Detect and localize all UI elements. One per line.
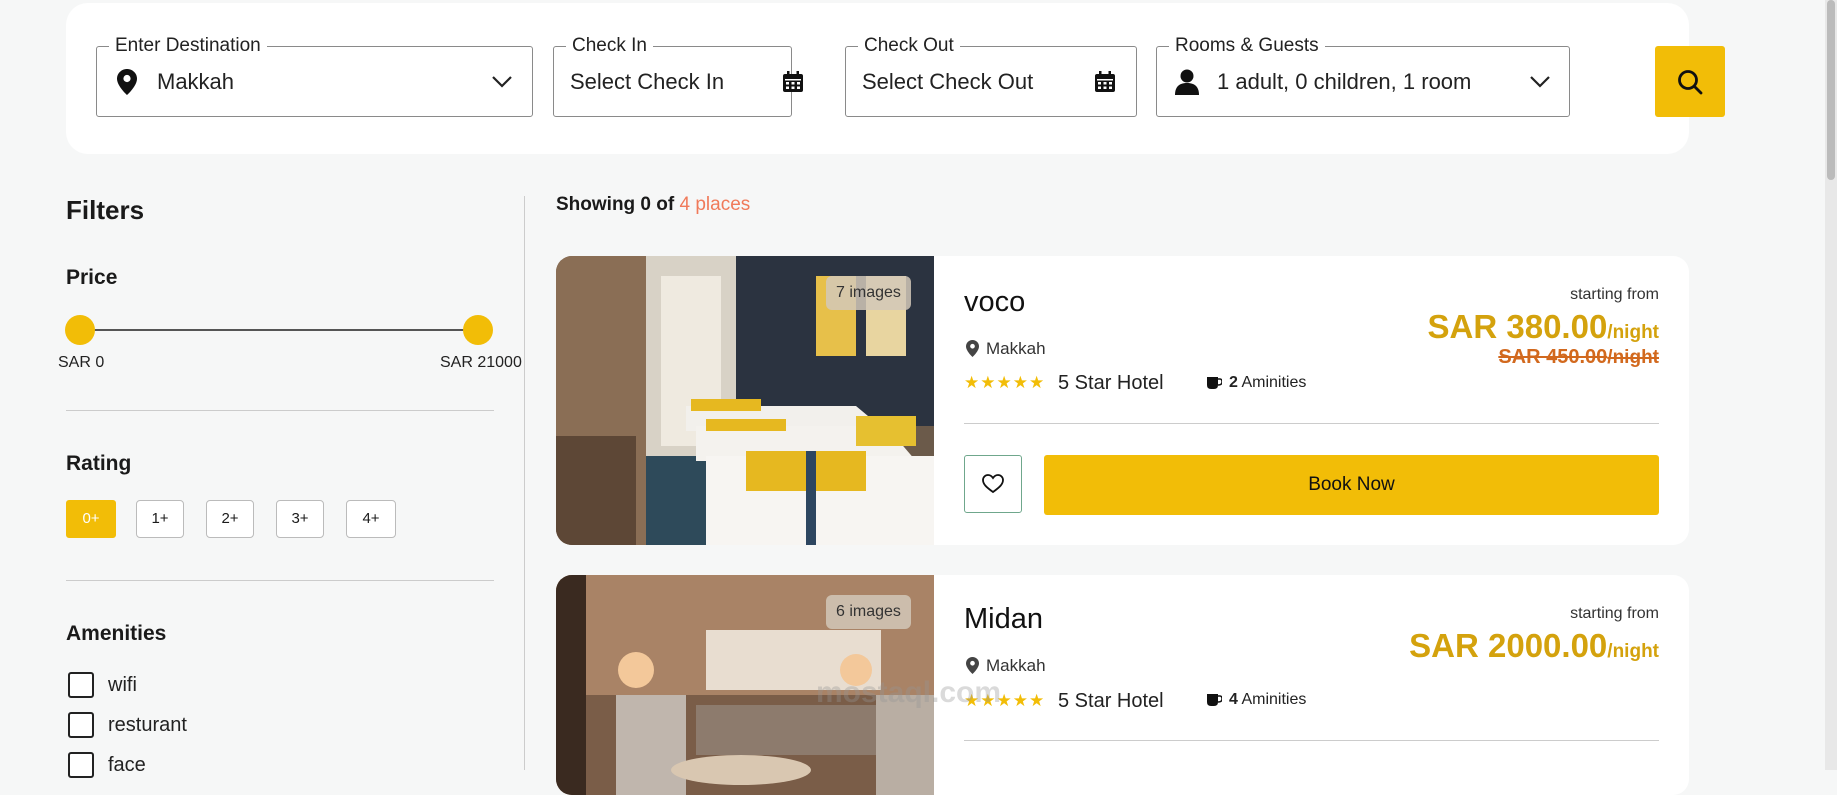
- showing-prefix: Showing 0 of: [556, 194, 675, 215]
- location-pin-icon: [966, 340, 979, 357]
- search-button[interactable]: [1655, 46, 1725, 117]
- destination-field[interactable]: Enter Destination Makkah: [96, 35, 533, 117]
- price-max-label: SAR 21000: [440, 354, 522, 371]
- hotel-card: 6 images Midan Makkah ★★★★★ 5 Star Hotel…: [556, 575, 1689, 795]
- price-slider-track[interactable]: [80, 329, 478, 331]
- rating-title: Rating: [66, 452, 132, 475]
- hotel-name[interactable]: Midan: [964, 603, 1043, 636]
- destination-value: Makkah: [157, 69, 235, 94]
- chevron-down-icon[interactable]: [1529, 75, 1551, 89]
- hotel-price: SAR 380.00/night: [1427, 308, 1659, 345]
- images-badge: 7 images: [826, 276, 911, 310]
- search-bar: Enter Destination Makkah Check In Select…: [66, 3, 1725, 154]
- hotel-location: Makkah: [986, 656, 1046, 675]
- amenity-cup-icon: [1207, 694, 1222, 706]
- hotel-location: Makkah: [986, 339, 1046, 358]
- rating-option-3[interactable]: 3+: [276, 500, 324, 538]
- user-icon: [1175, 69, 1199, 95]
- rating-option-1[interactable]: 1+: [136, 500, 184, 538]
- hotel-card: 7 images voco Makkah ★★★★★ 5 Star Hotel …: [556, 256, 1689, 545]
- watermark-logo: mostaql.com: [816, 676, 1002, 709]
- starting-from-label: starting from: [1570, 605, 1659, 622]
- results-summary: Showing 0 of 4 places: [556, 194, 750, 216]
- divider: [66, 580, 494, 581]
- guests-value: 1 adult, 0 children, 1 room: [1217, 69, 1472, 94]
- rating-option-2[interactable]: 2+: [206, 500, 254, 538]
- location-pin-icon: [117, 69, 137, 95]
- book-now-button[interactable]: Book Now: [1044, 455, 1659, 515]
- star-rating-icon: ★★★★★: [964, 373, 1046, 392]
- amenity-label-wifi: wifi: [108, 674, 137, 696]
- guests-field[interactable]: Rooms & Guests 1 adult, 0 children, 1 ro…: [1156, 35, 1570, 117]
- rating-option-4[interactable]: 4+: [346, 500, 396, 538]
- checkout-field[interactable]: Check Out Select Check Out: [845, 35, 1137, 117]
- price-title: Price: [66, 266, 118, 289]
- amenity-label-face: face: [108, 754, 146, 776]
- checkin-placeholder: Select Check In: [570, 69, 725, 94]
- chevron-down-icon[interactable]: [491, 75, 513, 89]
- checkin-field[interactable]: Check In Select Check In: [553, 35, 803, 117]
- amenities-count: 2 Aminities: [1229, 374, 1307, 391]
- amenities-count: 4 Aminities: [1229, 691, 1307, 708]
- calendar-icon[interactable]: [782, 71, 804, 93]
- starting-from-label: starting from: [1570, 286, 1659, 303]
- amenity-checkbox-wifi[interactable]: [68, 672, 94, 698]
- rating-option-0[interactable]: 0+: [66, 500, 116, 538]
- hotel-price: SAR 2000.00/night: [1409, 627, 1659, 664]
- heart-icon: [982, 474, 1004, 494]
- price-slider-max-handle[interactable]: [463, 315, 493, 345]
- price-slider-min-handle[interactable]: [65, 315, 95, 345]
- location-pin-icon: [966, 657, 979, 674]
- amenity-checkbox-face[interactable]: [68, 752, 94, 778]
- hotel-image[interactable]: 7 images: [556, 256, 934, 545]
- divider: [964, 740, 1659, 741]
- hotel-old-price: SAR 450.00/night: [1498, 346, 1659, 368]
- divider: [66, 410, 494, 411]
- amenity-checkbox-resturant[interactable]: [68, 712, 94, 738]
- filters-title: Filters: [66, 195, 145, 225]
- scrollbar-thumb[interactable]: [1827, 0, 1835, 180]
- price-min-label: SAR 0: [58, 354, 105, 371]
- amenities-title: Amenities: [66, 622, 167, 645]
- sidebar-divider: [524, 196, 525, 770]
- search-icon: [1678, 70, 1703, 95]
- amenity-label-resturant: resturant: [108, 714, 187, 736]
- checkout-placeholder: Select Check Out: [862, 69, 1034, 94]
- divider: [964, 423, 1659, 424]
- calendar-icon[interactable]: [1094, 71, 1116, 93]
- images-badge: 6 images: [826, 595, 911, 629]
- hotel-name[interactable]: voco: [964, 286, 1025, 319]
- results-count: 4 places: [679, 194, 751, 215]
- amenity-cup-icon: [1207, 377, 1222, 389]
- hotel-class: 5 Star Hotel: [1058, 690, 1164, 712]
- favorite-button[interactable]: [964, 455, 1022, 513]
- hotel-class: 5 Star Hotel: [1058, 372, 1164, 394]
